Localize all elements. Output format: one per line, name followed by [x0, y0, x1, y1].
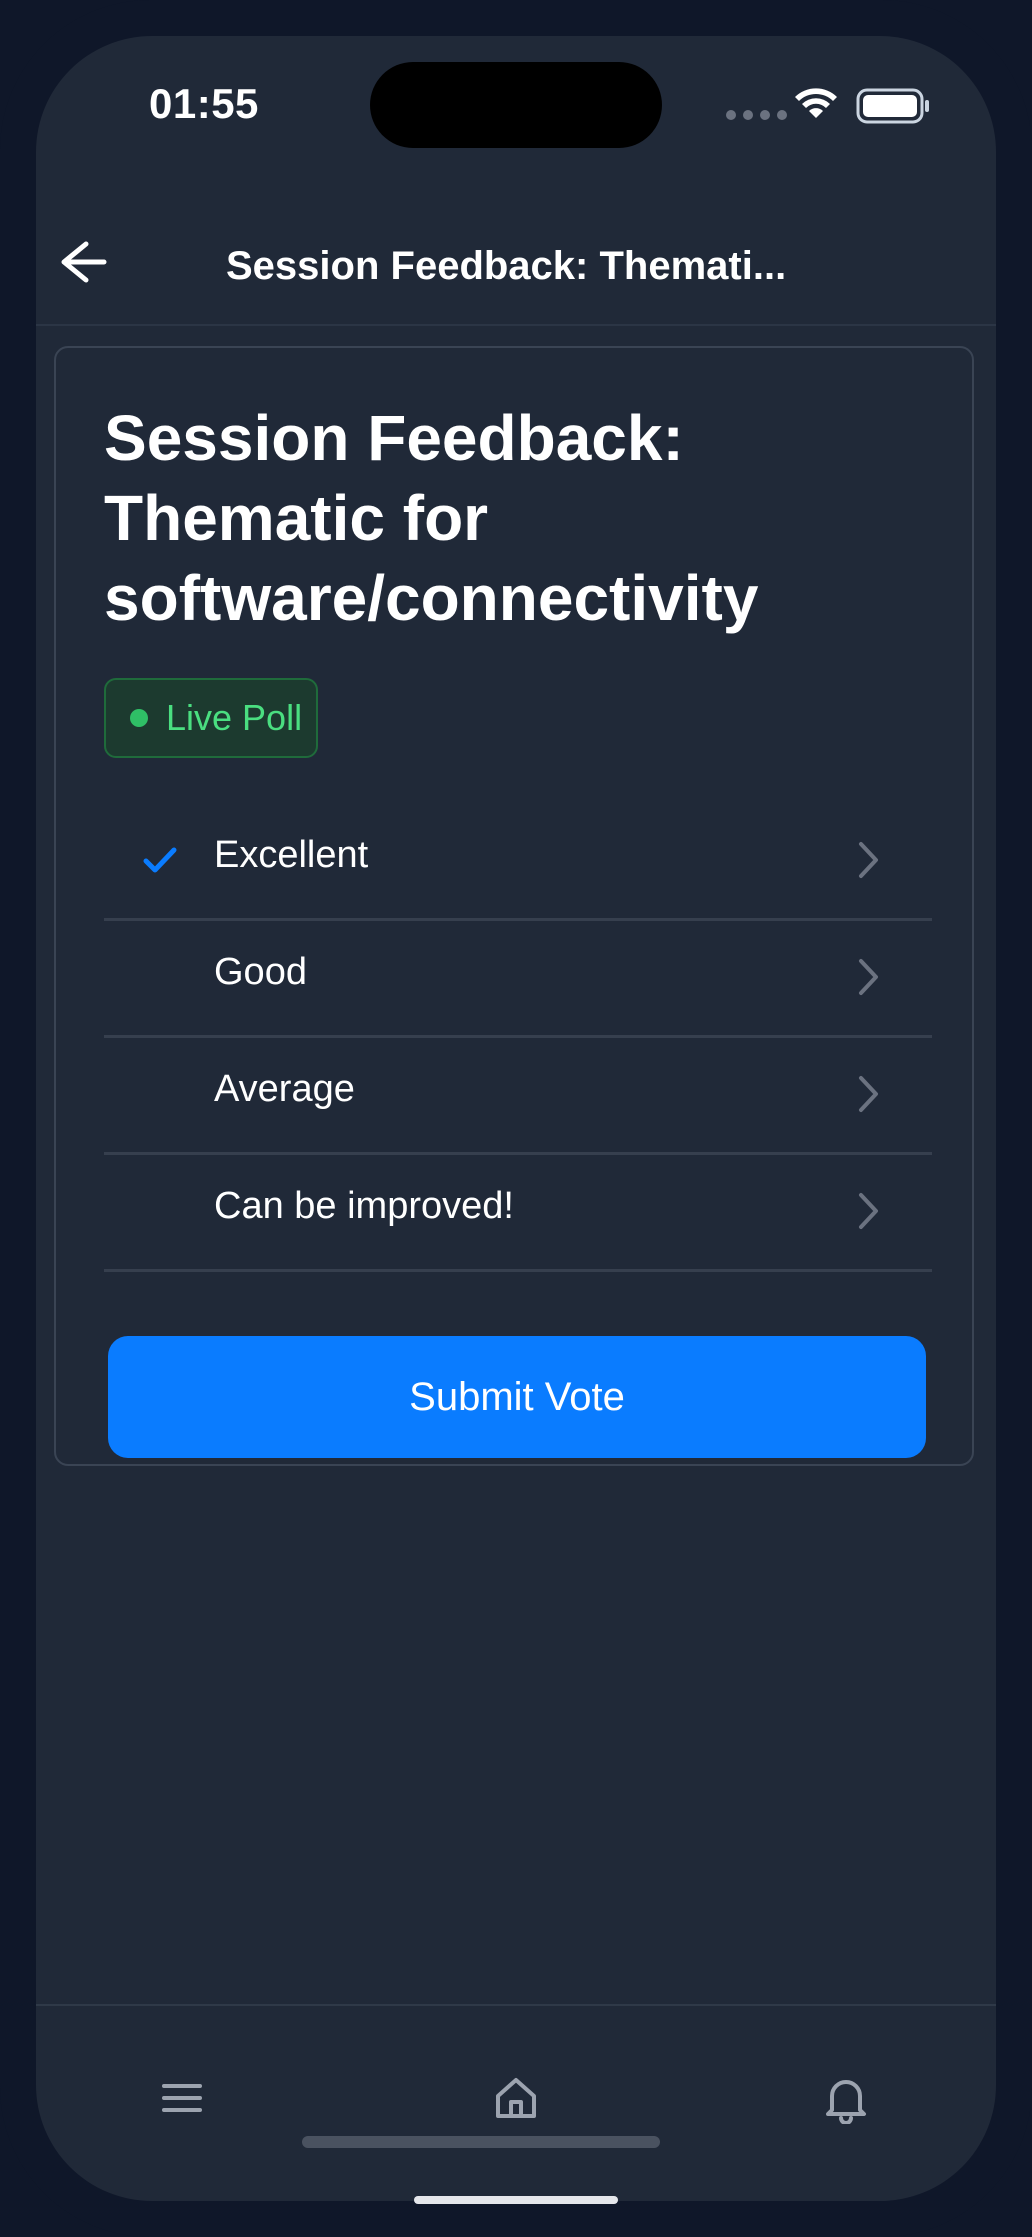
poll-option-average[interactable]: Average — [104, 1038, 932, 1155]
home-icon[interactable] — [492, 2074, 540, 2122]
submit-vote-button[interactable]: Submit Vote — [108, 1336, 926, 1458]
battery-icon — [856, 88, 929, 124]
header-title: Session Feedback: Themati... — [226, 244, 787, 288]
poll-option-label: Can be improved! — [214, 1185, 514, 1227]
back-arrow-icon[interactable] — [46, 232, 112, 292]
poll-option-label: Excellent — [214, 834, 369, 876]
chevron-right-icon — [859, 842, 878, 878]
screen: 01:55 Session Feedback: Themati... Sessi… — [36, 36, 996, 2201]
chevron-right-icon — [859, 959, 878, 995]
home-indicator — [302, 2136, 660, 2148]
checkmark-icon — [143, 847, 177, 873]
device-frame: 01:55 Session Feedback: Themati... Sessi… — [0, 0, 1032, 2237]
poll-option-excellent[interactable]: Excellent — [104, 804, 932, 921]
poll-option-label: Good — [214, 951, 307, 993]
live-poll-label: Live Poll — [166, 697, 303, 738]
dynamic-island — [370, 62, 662, 148]
cellular-signal-icon — [726, 110, 787, 120]
poll-title: Session Feedback: Thematic for software/… — [104, 402, 759, 634]
status-time: 01:55 — [149, 80, 259, 127]
poll-option-good[interactable]: Good — [104, 921, 932, 1038]
live-status-dot — [130, 709, 148, 727]
poll-card: Session Feedback: Thematic for software/… — [54, 346, 974, 1466]
poll-options: Excellent Good Average Can be improved! — [104, 804, 932, 1272]
bottom-nav — [36, 2004, 996, 2201]
poll-option-label: Average — [214, 1068, 355, 1110]
chevron-right-icon — [859, 1076, 878, 1112]
home-indicator-edge — [414, 2196, 618, 2204]
wifi-icon — [795, 88, 837, 118]
bell-icon[interactable] — [824, 2074, 868, 2124]
chevron-right-icon — [859, 1193, 878, 1229]
menu-icon[interactable] — [162, 2078, 202, 2118]
app-header: Session Feedback: Themati... — [36, 196, 996, 326]
live-poll-badge: Live Poll — [104, 678, 318, 758]
poll-option-can-be-improved[interactable]: Can be improved! — [104, 1155, 932, 1272]
